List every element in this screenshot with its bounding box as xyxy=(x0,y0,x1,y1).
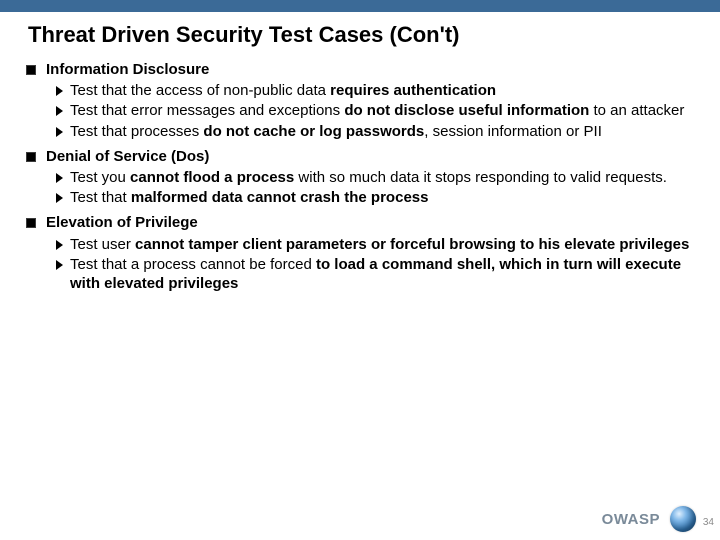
list-item: Test user cannot tamper client parameter… xyxy=(70,235,694,254)
list-item: Test that malformed data cannot crash th… xyxy=(70,188,694,207)
footer: OWASP xyxy=(602,506,696,532)
triangle-bullet-icon xyxy=(56,240,63,250)
item-pre: Test that error messages and exceptions xyxy=(70,102,344,119)
list-item: Test that the access of non-public data … xyxy=(70,81,694,100)
list-item: Test you cannot flood a process with so … xyxy=(70,168,694,187)
item-bold: malformed data cannot crash the process xyxy=(131,189,429,206)
slide-content: Information Disclosure Test that the acc… xyxy=(0,52,720,293)
item-bold: cannot flood a process xyxy=(130,169,294,186)
item-pre: Test that processes xyxy=(70,123,203,140)
section-heading-text: Information Disclosure xyxy=(46,61,209,78)
list-item: Test that error messages and exceptions … xyxy=(70,101,694,120)
item-pre: Test that the access of non-public data xyxy=(70,82,330,99)
item-pre: Test you xyxy=(70,169,130,186)
item-pre: Test user xyxy=(70,236,135,253)
triangle-bullet-icon xyxy=(56,106,63,116)
org-label: OWASP xyxy=(602,511,660,528)
square-bullet-icon xyxy=(26,218,36,228)
slide-title: Threat Driven Security Test Cases (Con't… xyxy=(0,12,720,52)
section-heading: Denial of Service (Dos) xyxy=(46,147,694,166)
triangle-bullet-icon xyxy=(56,127,63,137)
item-bold: do not cache or log passwords xyxy=(203,123,424,140)
item-bold: cannot tamper client parameters or force… xyxy=(135,236,689,253)
triangle-bullet-icon xyxy=(56,173,63,183)
top-bar xyxy=(0,0,720,12)
item-post: with so much data it stops responding to… xyxy=(294,169,667,186)
section-heading-text: Elevation of Privilege xyxy=(46,214,198,231)
list-item: Test that processes do not cache or log … xyxy=(70,122,694,141)
section-heading: Elevation of Privilege xyxy=(46,213,694,232)
item-bold: do not disclose useful information xyxy=(344,102,589,119)
item-pre: Test that a process cannot be forced xyxy=(70,256,316,273)
item-bold: requires authentication xyxy=(330,82,496,99)
triangle-bullet-icon xyxy=(56,193,63,203)
list-item: Test that a process cannot be forced to … xyxy=(70,255,694,293)
item-post: , session information or PII xyxy=(424,123,602,140)
triangle-bullet-icon xyxy=(56,86,63,96)
square-bullet-icon xyxy=(26,152,36,162)
page-number: 34 xyxy=(696,517,714,528)
section-heading-text: Denial of Service (Dos) xyxy=(46,148,209,165)
globe-icon xyxy=(670,506,696,532)
item-pre: Test that xyxy=(70,189,131,206)
item-post: to an attacker xyxy=(589,102,684,119)
triangle-bullet-icon xyxy=(56,260,63,270)
section-heading: Information Disclosure xyxy=(46,60,694,79)
square-bullet-icon xyxy=(26,65,36,75)
